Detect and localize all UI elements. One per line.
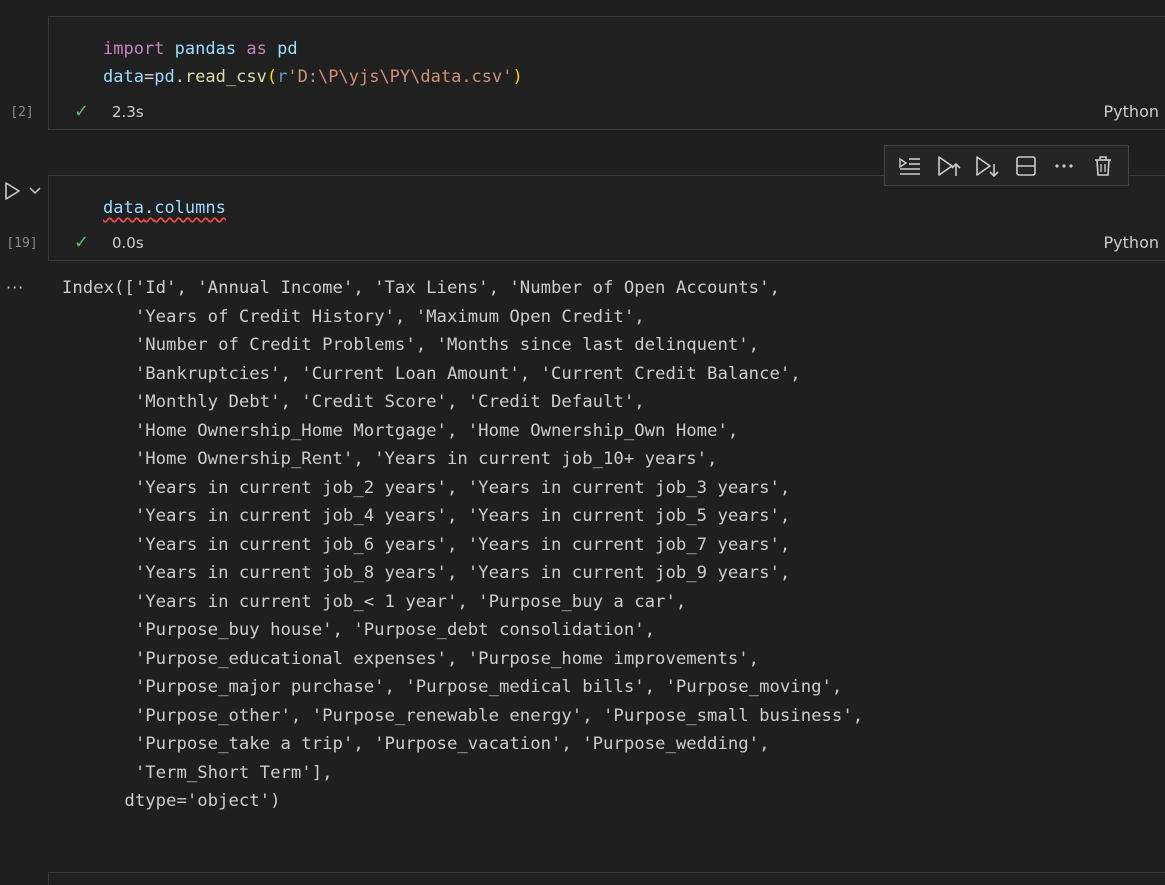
split-cell-button[interactable] <box>1012 152 1040 180</box>
output-line: 'Years in current job_2 years', 'Years i… <box>62 477 791 498</box>
output-line: 'Purpose_buy house', 'Purpose_debt conso… <box>62 620 656 640</box>
output-line: 'Bankruptcies', 'Current Loan Amount', '… <box>62 363 801 384</box>
execute-below-button[interactable] <box>973 152 1001 180</box>
code-token: pandas <box>174 39 237 59</box>
code-editor[interactable]: data.columns <box>103 194 226 222</box>
code-line[interactable]: data=pd.read_csv(r'D:\P\yjs\PY\data.csv'… <box>103 63 523 91</box>
chevron-down-icon[interactable] <box>28 184 42 198</box>
output-line: 'Purpose_major purchase', 'Purpose_medic… <box>62 677 843 697</box>
code-token: pd <box>154 67 175 87</box>
output-line: 'Years in current job_6 years', 'Years i… <box>62 534 791 555</box>
output-more-actions-button[interactable]: ··· <box>6 278 24 297</box>
output-line: 'Purpose_take a trip', 'Purpose_vacation… <box>62 734 770 754</box>
execution-count: [2] <box>10 105 34 120</box>
code-token: import <box>103 39 165 59</box>
output-line: 'Home Ownership_Home Mortgage', 'Home Ow… <box>62 420 739 441</box>
code-token: read_csv <box>184 67 267 87</box>
check-icon: ✓ <box>74 232 90 253</box>
execute-below-icon <box>976 155 999 177</box>
code-token: ) <box>512 67 523 87</box>
more-actions-button[interactable] <box>1050 152 1078 180</box>
run-by-line-icon <box>899 157 921 175</box>
run-cell-control[interactable] <box>4 181 42 201</box>
output-line: 'Years of Credit History', 'Maximum Open… <box>62 306 645 327</box>
execution-duration: 0.0s <box>112 234 144 252</box>
ellipsis-icon <box>1055 163 1073 168</box>
code-token: data <box>103 198 144 218</box>
code-cell-2[interactable]: data.columns <box>48 175 1165 261</box>
output-line: 'Number of Credit Problems', 'Months sin… <box>62 335 760 355</box>
execute-above-icon <box>937 155 961 176</box>
code-cell-3[interactable] <box>48 872 1165 885</box>
delete-cell-button[interactable] <box>1089 152 1117 180</box>
output-line: 'Home Ownership_Rent', 'Years in current… <box>62 449 718 469</box>
check-icon: ✓ <box>74 101 90 122</box>
output-line: 'Years in current job_< 1 year', 'Purpos… <box>62 591 687 612</box>
code-token: pd <box>277 39 298 59</box>
output-line: 'Purpose_educational expenses', 'Purpose… <box>62 648 760 669</box>
execution-count: [19] <box>6 236 38 251</box>
code-token: = <box>143 67 155 87</box>
split-cell-icon <box>1015 155 1036 176</box>
code-token: 'D:\P\yjs\PY\data.csv' <box>287 67 513 87</box>
execute-above-button[interactable] <box>935 152 963 180</box>
run-cell-icon[interactable] <box>4 181 22 201</box>
kernel-language-button[interactable]: Python <box>1104 233 1159 252</box>
code-token: data <box>103 67 144 87</box>
code-token: ( <box>266 67 278 87</box>
output-line: 'Purpose_other', 'Purpose_renewable ener… <box>62 705 864 726</box>
code-cell-1[interactable]: import pandas as pd data=pd.read_csv(r'D:… <box>48 16 1165 130</box>
run-by-line-button[interactable] <box>896 152 924 180</box>
cell-toolbar <box>884 145 1129 186</box>
output-line: 'Years in current job_8 years', 'Years i… <box>62 563 791 583</box>
code-line[interactable]: data.columns <box>103 194 226 222</box>
code-token: as <box>246 39 267 59</box>
code-token: . <box>143 198 155 218</box>
output-line: 'Term_Short Term'], <box>62 762 333 783</box>
cell-output: Index(['Id', 'Annual Income', 'Tax Liens… <box>62 274 863 816</box>
output-line: dtype='object') <box>62 791 281 811</box>
execution-duration: 2.3s <box>112 103 144 121</box>
code-token: . <box>174 67 185 87</box>
code-token: r <box>277 67 288 87</box>
code-editor[interactable]: import pandas as pd data=pd.read_csv(r'D:… <box>103 35 523 91</box>
output-line: 'Monthly Debt', 'Credit Score', 'Credit … <box>62 392 645 412</box>
output-line: 'Years in current job_4 years', 'Years i… <box>62 506 791 526</box>
kernel-language-button[interactable]: Python <box>1104 102 1159 121</box>
trash-icon <box>1094 155 1111 176</box>
output-line: Index(['Id', 'Annual Income', 'Tax Liens… <box>62 278 780 298</box>
code-line[interactable]: import pandas as pd <box>103 35 523 63</box>
code-token: columns <box>154 198 226 218</box>
